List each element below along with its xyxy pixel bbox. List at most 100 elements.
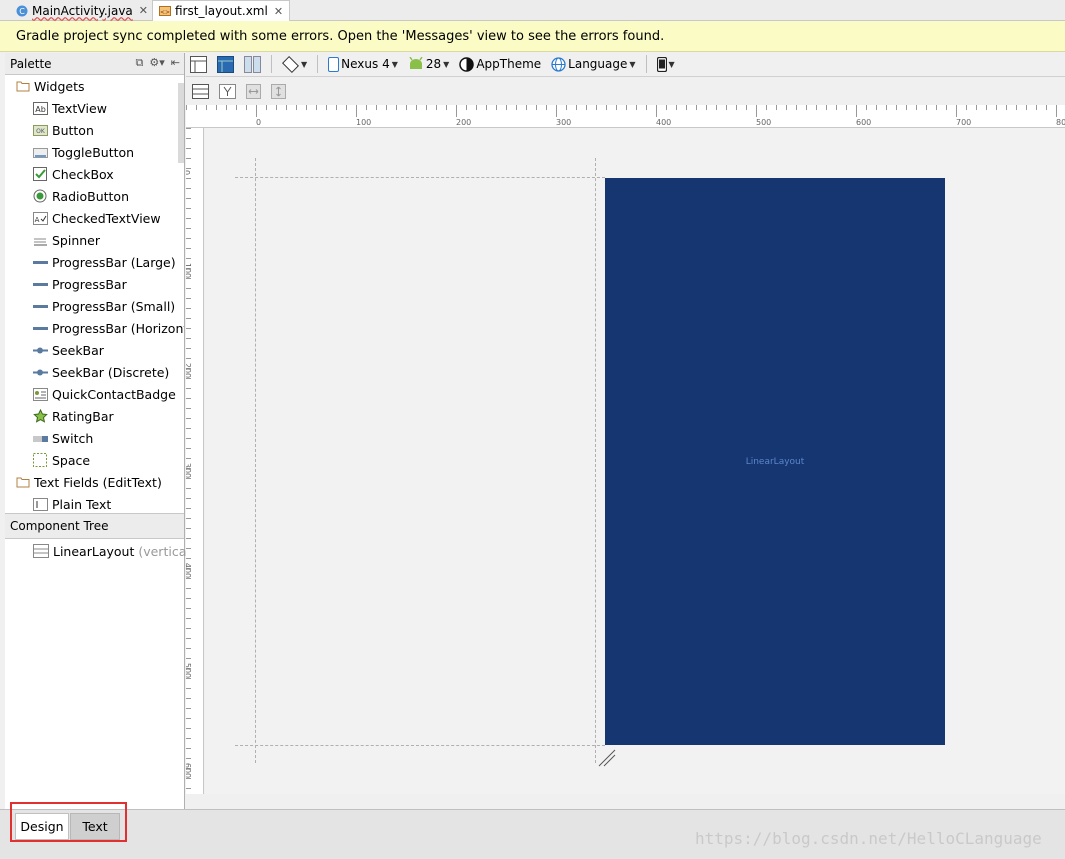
xml-file-icon: <>: [159, 5, 171, 17]
ruler-label: 100: [356, 118, 372, 127]
device-config-button[interactable]: ▼: [655, 54, 677, 74]
language-selector[interactable]: Language ▼: [549, 54, 637, 74]
palette-header: Palette ⧉ ⚙▾ ⇤: [5, 53, 184, 75]
svg-text:C: C: [19, 7, 25, 16]
seekbar-icon: [33, 343, 48, 357]
seekbar-icon: [33, 365, 48, 379]
layout-label: LinearLayout: [745, 456, 805, 467]
toolbar-separator: [317, 55, 319, 73]
baseline-button[interactable]: [217, 81, 238, 101]
palette-item-progressbar-small[interactable]: ProgressBar (Small): [5, 295, 184, 317]
watermark-text: https://blog.csdn.net/HelloCLanguage: [695, 829, 1042, 848]
ruler-label: 200: [186, 362, 193, 379]
palette-item-progressbar-large[interactable]: ProgressBar (Large): [5, 251, 184, 273]
theme-label: AppTheme: [476, 57, 542, 71]
api-level-label: 28: [425, 57, 442, 71]
chevron-down-icon: ▼: [391, 59, 398, 69]
chevron-down-icon: ▼: [629, 59, 636, 69]
chevron-down-icon: ▼: [668, 59, 675, 69]
restore-icon[interactable]: ⧉: [136, 56, 144, 70]
progressbar-icon: [33, 255, 48, 269]
palette-category-widgets[interactable]: Widgets: [5, 75, 184, 97]
palette-item-space[interactable]: Space: [5, 449, 184, 471]
palette-item-progressbar[interactable]: ProgressBar: [5, 273, 184, 295]
theme-icon: [459, 56, 475, 72]
ruler-label: 200: [456, 118, 472, 127]
ruler-ticks: [186, 105, 1057, 117]
progressbar-icon: [33, 299, 48, 313]
palette-item-progressbar-horizontal[interactable]: ProgressBar (Horizont: [5, 317, 184, 339]
palette-item-switch[interactable]: Switch: [5, 427, 184, 449]
baseline-icon: [219, 83, 236, 99]
close-icon[interactable]: ✕: [274, 5, 283, 18]
editor-tab-bar: C MainActivity.java ✕ <> first_layout.xm…: [0, 0, 1065, 21]
progressbar-icon: [33, 321, 48, 335]
linear-layout-icon: [33, 544, 49, 558]
component-tree-title: Component Tree: [10, 519, 109, 533]
blueprint-icon: [217, 55, 234, 73]
ruler-label: 0: [186, 170, 191, 175]
palette-item-spinner[interactable]: Spinner: [5, 229, 184, 251]
palette-item-textview[interactable]: Ab TextView: [5, 97, 184, 119]
folder-icon: [15, 475, 30, 489]
palette-item-checkedtextview[interactable]: A CheckedTextView: [5, 207, 184, 229]
vertical-ruler: 0 100 200 300 400 500 600: [186, 128, 204, 794]
ruler-label: 400: [186, 562, 193, 579]
language-label: Language: [568, 57, 628, 71]
tab-first-layout[interactable]: <> first_layout.xml ✕: [152, 0, 291, 21]
svg-text:Ab: Ab: [35, 105, 46, 114]
spinner-icon: [33, 233, 48, 247]
design-view-icon: [190, 55, 207, 73]
palette-scrollbar[interactable]: [178, 83, 184, 163]
svg-text:A: A: [35, 216, 40, 224]
orientation-button[interactable]: ▼: [280, 54, 309, 74]
palette-item-quickcontactbadge[interactable]: QuickContactBadge: [5, 383, 184, 405]
checkbox-icon: [33, 167, 48, 181]
palette-item-seekbar-discrete[interactable]: SeekBar (Discrete): [5, 361, 184, 383]
ruler-ticks: [186, 128, 191, 789]
palette-panel: Palette ⧉ ⚙▾ ⇤ Widgets Ab TextView OK Bu…: [5, 53, 185, 513]
palette-item-ratingbar[interactable]: RatingBar: [5, 405, 184, 427]
close-icon[interactable]: ✕: [139, 4, 148, 17]
palette-category-text-fields[interactable]: Text Fields (EditText): [5, 471, 184, 493]
ruler-label: 600: [186, 762, 193, 779]
both-views-button[interactable]: [242, 54, 263, 74]
hide-panel-icon[interactable]: ⇤: [171, 56, 180, 70]
ruler-label: 100: [186, 262, 193, 279]
device-selector[interactable]: Nexus 4 ▼: [326, 54, 400, 74]
component-tree-panel: Component Tree LinearLayout (vertical): [5, 513, 195, 809]
guide-line: [235, 177, 605, 178]
tab-main-activity[interactable]: C MainActivity.java ✕: [10, 0, 154, 21]
distribute-horizontal-button[interactable]: [244, 81, 263, 101]
ruler-label: 300: [556, 118, 572, 127]
design-view-button[interactable]: [188, 54, 209, 74]
view-options-toolbar: [186, 78, 1065, 104]
palette-item-button[interactable]: OK Button: [5, 119, 184, 141]
gear-icon[interactable]: ⚙▾: [149, 56, 164, 70]
svg-text:<>: <>: [160, 9, 170, 16]
edittext-icon: [33, 497, 48, 511]
contact-badge-icon: [33, 387, 48, 401]
palette-item-seekbar[interactable]: SeekBar: [5, 339, 184, 361]
palette-item-togglebutton[interactable]: ToggleButton: [5, 141, 184, 163]
switch-icon: [33, 431, 48, 445]
blueprint-view-button[interactable]: [215, 54, 236, 74]
horizontal-ruler: 0 100 200 300 400 500 600 700 80: [186, 105, 1065, 128]
distribute-vertical-icon: [271, 83, 286, 99]
palette-item-checkbox[interactable]: CheckBox: [5, 163, 184, 185]
theme-selector[interactable]: AppTheme: [457, 54, 543, 74]
api-level-selector[interactable]: 28 ▼: [406, 54, 451, 74]
layout-direction-button[interactable]: [190, 81, 211, 101]
checked-textview-icon: A: [33, 211, 48, 225]
device-screen-linearlayout[interactable]: LinearLayout: [605, 178, 945, 745]
guide-line: [255, 158, 256, 763]
palette-item-radiobutton[interactable]: RadioButton: [5, 185, 184, 207]
tree-item-linearlayout[interactable]: LinearLayout (vertical): [5, 540, 195, 562]
ruler-label: 500: [756, 118, 772, 127]
progressbar-icon: [33, 277, 48, 291]
design-canvas[interactable]: LinearLayout: [205, 128, 1065, 794]
button-icon: OK: [33, 123, 48, 137]
distribute-vertical-button[interactable]: [269, 81, 288, 101]
palette-item-plain-text[interactable]: Plain Text: [5, 493, 184, 513]
resize-handle-icon[interactable]: [597, 748, 617, 768]
